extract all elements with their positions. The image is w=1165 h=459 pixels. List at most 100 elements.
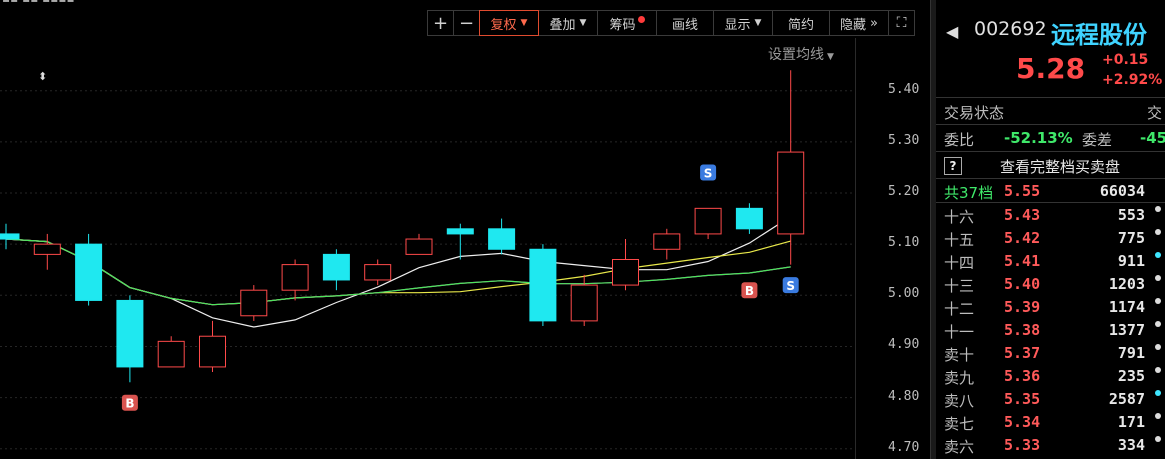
candle-body: [322, 253, 350, 281]
question-icon[interactable]: ?: [944, 157, 962, 175]
candle-body: [694, 207, 722, 235]
level-price: 5.40: [1004, 275, 1041, 293]
divider: [936, 178, 1165, 179]
level-dot-icon: [1155, 252, 1161, 258]
level-label: 卖六: [944, 438, 975, 456]
yincang-button[interactable]: 隐藏»: [829, 10, 889, 36]
order-book-row[interactable]: 卖十 5.37 791: [936, 342, 1165, 365]
y-tick-label: 5.00: [888, 286, 920, 302]
collapse-left-icon[interactable]: ◀: [946, 22, 958, 41]
zoom-out-button[interactable]: −: [453, 10, 480, 36]
chouma-button[interactable]: 筹码: [597, 10, 657, 36]
level-price: 5.38: [1004, 321, 1041, 339]
candle-body: [529, 248, 557, 322]
total-levels-row: 共37档 5.55 66034: [936, 180, 1165, 203]
marker-label: B: [745, 284, 754, 298]
status-label: 交易状态: [944, 104, 1005, 122]
marker-label: B: [125, 397, 134, 411]
level-price: 5.42: [1004, 229, 1041, 247]
sell-marker[interactable]: S: [700, 164, 717, 181]
notification-dot-icon: [637, 15, 645, 23]
order-book-row[interactable]: 十三 5.40 1203: [936, 273, 1165, 296]
level-dot-icon: [1155, 206, 1161, 212]
y-tick-label: 4.80: [888, 388, 920, 404]
full-book-link[interactable]: 查看完整档买卖盘: [1000, 156, 1120, 177]
divider: [936, 97, 1165, 98]
caret-down-icon: ▼: [754, 18, 762, 28]
order-book-row[interactable]: 卖七 5.34 171: [936, 411, 1165, 434]
marker-label: S: [704, 167, 713, 181]
level-label: 十三: [944, 277, 975, 295]
level-dot-icon: [1155, 390, 1161, 396]
buy-marker[interactable]: B: [121, 394, 138, 411]
level-price: 5.41: [1004, 252, 1041, 270]
level-label: 卖九: [944, 369, 975, 387]
price-change: +0.15: [1102, 52, 1149, 68]
full-book-row[interactable]: ? 查看完整档买卖盘: [936, 154, 1165, 177]
total-price: 5.55: [1004, 182, 1041, 200]
level-dot-icon: [1155, 298, 1161, 304]
buy-marker[interactable]: B: [741, 282, 758, 299]
candle-body: [570, 284, 598, 322]
double-chevron-right-icon: »: [870, 15, 878, 31]
huaxian-button[interactable]: 画线: [656, 10, 714, 36]
level-label: 十五: [944, 231, 975, 249]
order-book-row[interactable]: 十五 5.42 775: [936, 227, 1165, 250]
order-book-row[interactable]: 卖九 5.36 235: [936, 365, 1165, 388]
total-levels-label: 共37档: [944, 184, 994, 202]
level-label: 十四: [944, 254, 975, 272]
level-price: 5.33: [1004, 436, 1041, 454]
weicha-value: -45: [1140, 129, 1165, 147]
level-volume: 791: [1117, 344, 1145, 362]
y-tick-label: 5.20: [888, 184, 920, 199]
level-label: 卖十: [944, 346, 975, 364]
chouma-label: 筹码: [609, 17, 636, 33]
price-change-pct: +2.92%: [1102, 72, 1163, 88]
diejia-label: 叠加: [549, 17, 576, 33]
candle-body: [446, 228, 474, 235]
sell-marker[interactable]: S: [782, 277, 799, 294]
level-volume: 171: [1117, 413, 1145, 431]
marker-label: S: [786, 279, 795, 293]
jianyue-label: 简约: [787, 17, 814, 33]
order-book-row[interactable]: 十二 5.39 1174: [936, 296, 1165, 319]
level-volume: 1377: [1108, 321, 1145, 339]
fullscreen-button[interactable]: ⛶: [888, 10, 915, 36]
jianyue-button[interactable]: 简约: [772, 10, 830, 36]
diejia-button[interactable]: 叠加 ▼: [538, 10, 598, 36]
level-volume: 1203: [1108, 275, 1145, 293]
level-label: 卖七: [944, 415, 975, 433]
top-strip: ▪▪ ▪▪ ▪▪▪▪: [0, 0, 930, 6]
divider: [936, 202, 1165, 203]
order-book-row[interactable]: 十四 5.41 911: [936, 250, 1165, 273]
zoom-in-button[interactable]: +: [427, 10, 454, 36]
order-book-row[interactable]: 卖八 5.35 2587: [936, 388, 1165, 411]
y-tick-label: 5.10: [888, 235, 920, 251]
order-book-row[interactable]: 卖六 5.33 334: [936, 434, 1165, 457]
level-dot-icon: [1155, 413, 1161, 419]
level-volume: 553: [1117, 206, 1145, 224]
huaxian-label: 画线: [671, 17, 698, 33]
level-dot-icon: [1155, 436, 1161, 442]
candle-body: [199, 335, 226, 368]
level-dot-icon: [1155, 367, 1161, 373]
chart-toolbar: + − 复权 ▼ 叠加 ▼ 筹码 画线 显示 ▼ 简约 隐藏» ⛶: [427, 10, 915, 36]
quote-panel: ◀ 002692 远程股份 5.28 +0.15 +2.92% 交易状态 交 委…: [936, 0, 1165, 459]
order-book-row[interactable]: 十六 5.43 553: [936, 204, 1165, 227]
y-tick-label: 4.70: [888, 439, 920, 455]
stock-name[interactable]: 远程股份: [1051, 15, 1147, 50]
candle-body: [405, 238, 433, 255]
candle-body: [364, 264, 392, 281]
candle-body: [612, 259, 639, 286]
xianshi-button[interactable]: 显示 ▼: [713, 10, 773, 36]
divider: [936, 151, 1165, 152]
candle-body: [116, 299, 144, 368]
level-volume: 2587: [1108, 390, 1145, 408]
candle-body: [488, 228, 516, 250]
order-book-row[interactable]: 十一 5.38 1377: [936, 319, 1165, 342]
fuquan-button[interactable]: 复权 ▼: [479, 10, 539, 36]
stock-code: 002692: [974, 18, 1047, 40]
level-volume: 1174: [1108, 298, 1145, 316]
y-tick-label: 5.40: [888, 81, 920, 97]
kline-chart[interactable]: B S S B: [0, 60, 855, 459]
